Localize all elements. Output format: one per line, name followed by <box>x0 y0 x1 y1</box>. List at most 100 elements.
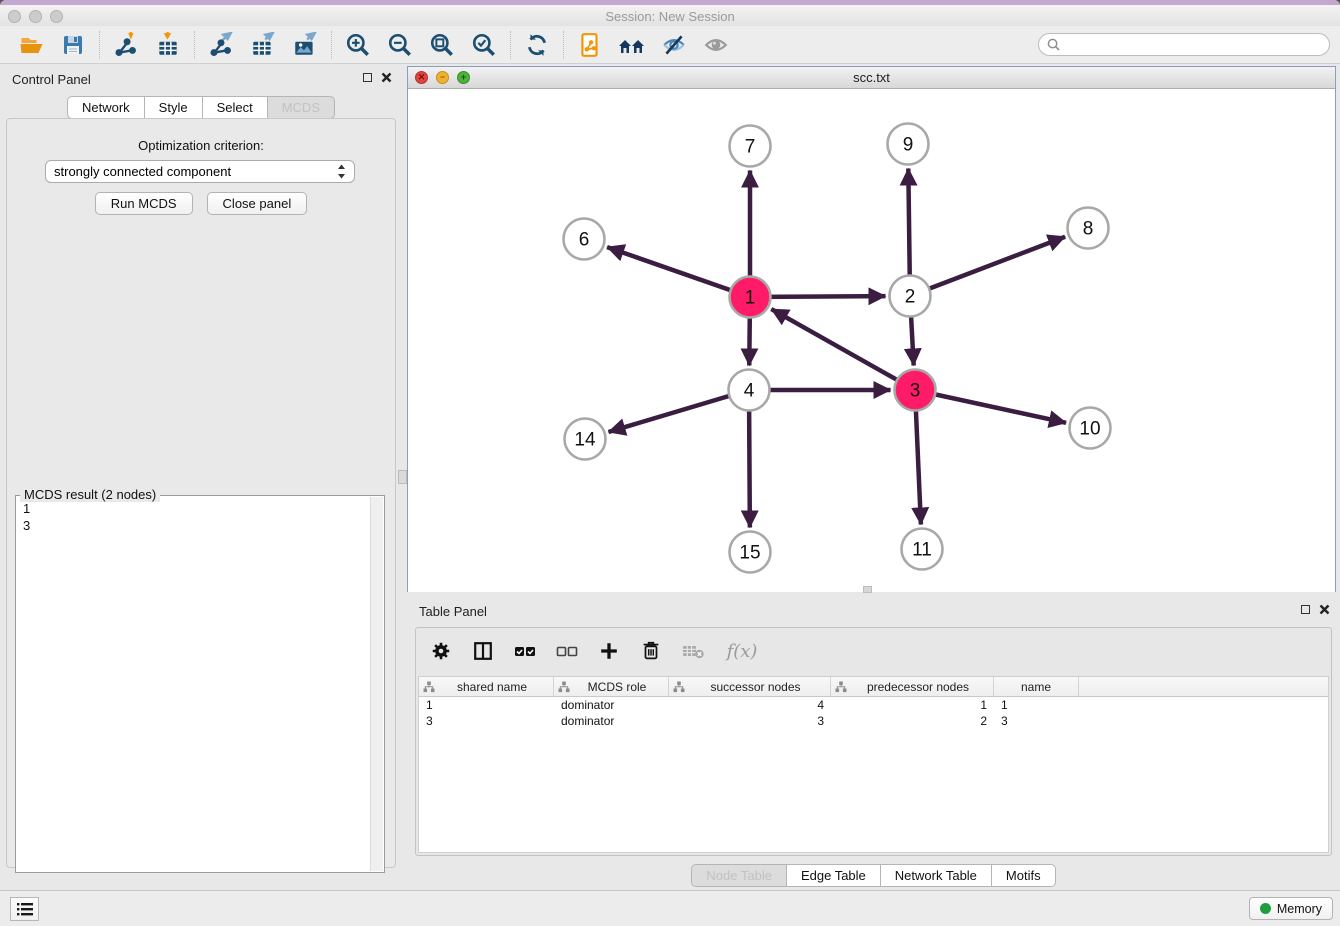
table-cell[interactable]: 4 <box>669 697 831 713</box>
column-header-label: predecessor nodes <box>847 680 989 694</box>
table-panel-title: Table Panel <box>419 604 487 619</box>
table-row[interactable]: 1dominator411 <box>419 697 1328 713</box>
table-cell[interactable]: 1 <box>831 697 994 713</box>
table-header-row: shared name MCDS role successor nodes prede… <box>419 677 1328 697</box>
node-table: shared name MCDS role successor nodes prede… <box>418 676 1329 853</box>
import-table-icon[interactable] <box>147 29 189 61</box>
tab-node-table[interactable]: Node Table <box>691 864 787 887</box>
select-all-checkboxes-icon[interactable] <box>512 638 538 664</box>
tab-style[interactable]: Style <box>144 96 203 119</box>
column-header-successor-nodes[interactable]: successor nodes <box>669 677 831 696</box>
table-cell[interactable]: 2 <box>831 713 994 729</box>
table-toolbar: f(x) <box>416 628 1331 674</box>
table-panel-header: Table Panel <box>407 596 1340 626</box>
apply-layout-icon[interactable] <box>516 29 558 61</box>
memory-button[interactable]: Memory <box>1249 897 1333 920</box>
column-view-icon[interactable] <box>470 638 496 664</box>
mcds-result-group: MCDS result (2 nodes) 1 3 <box>15 495 385 873</box>
toolbar-separator <box>99 31 100 59</box>
new-network-from-selection-icon[interactable] <box>569 29 611 61</box>
window-titlebar: Session: New Session <box>0 5 1340 26</box>
open-session-icon[interactable] <box>10 29 52 61</box>
graph-node-label-9: 9 <box>903 135 914 156</box>
graph-node-label-11: 11 <box>912 540 932 561</box>
column-header-shared-name[interactable]: shared name <box>419 677 554 696</box>
mcds-tab-pane: Optimization criterion: strongly connect… <box>6 118 396 868</box>
table-cell[interactable]: dominator <box>554 713 669 729</box>
network-canvas[interactable]: 7968124314101511 <box>408 89 1335 592</box>
table-panel-tabs: Node TableEdge TableNetwork TableMotifs <box>407 864 1340 887</box>
horizontal-splitter-handle[interactable] <box>863 586 872 593</box>
float-panel-icon[interactable] <box>363 73 372 82</box>
table-cell[interactable]: dominator <box>554 697 669 713</box>
table-row[interactable]: 3dominator323 <box>419 713 1328 729</box>
graph-edge-3-10[interactable] <box>915 390 1066 423</box>
delete-table-icon <box>680 638 706 664</box>
run-mcds-button[interactable]: Run MCDS <box>95 192 193 215</box>
table-cell[interactable]: 3 <box>994 713 1079 729</box>
zoom-selected-icon[interactable] <box>463 29 505 61</box>
result-scrollbar[interactable] <box>370 497 383 871</box>
table-cell[interactable]: 3 <box>419 713 554 729</box>
mcds-result-line: 3 <box>23 517 30 534</box>
graph-node-label-3: 3 <box>910 381 921 402</box>
graph-node-label-7: 7 <box>745 137 756 158</box>
close-panel-icon[interactable] <box>1319 604 1330 615</box>
mcds-result-list: 1 3 <box>23 500 30 534</box>
add-column-icon[interactable] <box>596 638 622 664</box>
graph-edge-3-1[interactable] <box>771 309 915 390</box>
show-all-icon[interactable] <box>695 29 737 61</box>
tab-motifs[interactable]: Motifs <box>991 864 1056 887</box>
hierarchy-column-icon <box>423 681 435 693</box>
tab-select[interactable]: Select <box>202 96 268 119</box>
graph-node-label-8: 8 <box>1083 219 1094 240</box>
table-cell[interactable]: 3 <box>669 713 831 729</box>
vertical-splitter-handle[interactable] <box>398 470 407 484</box>
memory-label: Memory <box>1277 902 1322 916</box>
select-arrows-icon <box>337 164 346 179</box>
table-panel: Table Panel <box>407 596 1340 890</box>
column-header-MCDS-role[interactable]: MCDS role <box>554 677 669 696</box>
import-network-icon[interactable] <box>105 29 147 61</box>
search-field[interactable] <box>1038 33 1330 56</box>
settings-gear-icon[interactable] <box>428 638 454 664</box>
zoom-in-icon[interactable] <box>337 29 379 61</box>
search-input[interactable] <box>1065 36 1321 53</box>
graph-edge-4-14[interactable] <box>608 390 749 432</box>
control-panel-header: Control Panel <box>0 64 402 94</box>
tab-edge-table[interactable]: Edge Table <box>786 864 881 887</box>
graph-edge-2-8[interactable] <box>910 237 1065 296</box>
tab-network[interactable]: Network <box>67 96 145 119</box>
hide-selected-icon[interactable] <box>653 29 695 61</box>
export-image-icon[interactable] <box>284 29 326 61</box>
column-header-predecessor-nodes[interactable]: predecessor nodes <box>831 677 994 696</box>
toolbar-separator <box>563 31 564 59</box>
column-header-label: name <box>998 680 1074 694</box>
export-table-icon[interactable] <box>242 29 284 61</box>
tab-mcds[interactable]: MCDS <box>267 96 335 119</box>
network-window-titlebar[interactable]: ✕ − + scc.txt <box>408 67 1335 89</box>
float-panel-icon[interactable] <box>1301 605 1310 614</box>
graph-node-label-14: 14 <box>574 430 596 451</box>
deselect-all-checkboxes-icon[interactable] <box>554 638 580 664</box>
tab-network-table[interactable]: Network Table <box>880 864 992 887</box>
close-panel-icon[interactable] <box>381 72 392 83</box>
main-toolbar <box>0 26 1340 64</box>
export-network-icon[interactable] <box>200 29 242 61</box>
graph-edge-1-6[interactable] <box>607 247 750 297</box>
delete-column-icon[interactable] <box>638 638 664 664</box>
close-panel-button[interactable]: Close panel <box>207 192 308 215</box>
table-cell[interactable]: 1 <box>419 697 554 713</box>
memory-status-icon <box>1260 903 1271 914</box>
zoom-out-icon[interactable] <box>379 29 421 61</box>
first-neighbors-icon[interactable] <box>611 29 653 61</box>
task-history-button[interactable] <box>10 897 39 921</box>
column-header-name[interactable]: name <box>994 677 1079 696</box>
mcds-result-title: MCDS result (2 nodes) <box>20 487 160 502</box>
table-cell[interactable]: 1 <box>994 697 1079 713</box>
criterion-select[interactable]: strongly connected component <box>45 160 355 183</box>
save-session-icon[interactable] <box>52 29 94 61</box>
graph-node-label-2: 2 <box>905 287 916 308</box>
zoom-fit-icon[interactable] <box>421 29 463 61</box>
column-header-label: MCDS role <box>570 680 664 694</box>
